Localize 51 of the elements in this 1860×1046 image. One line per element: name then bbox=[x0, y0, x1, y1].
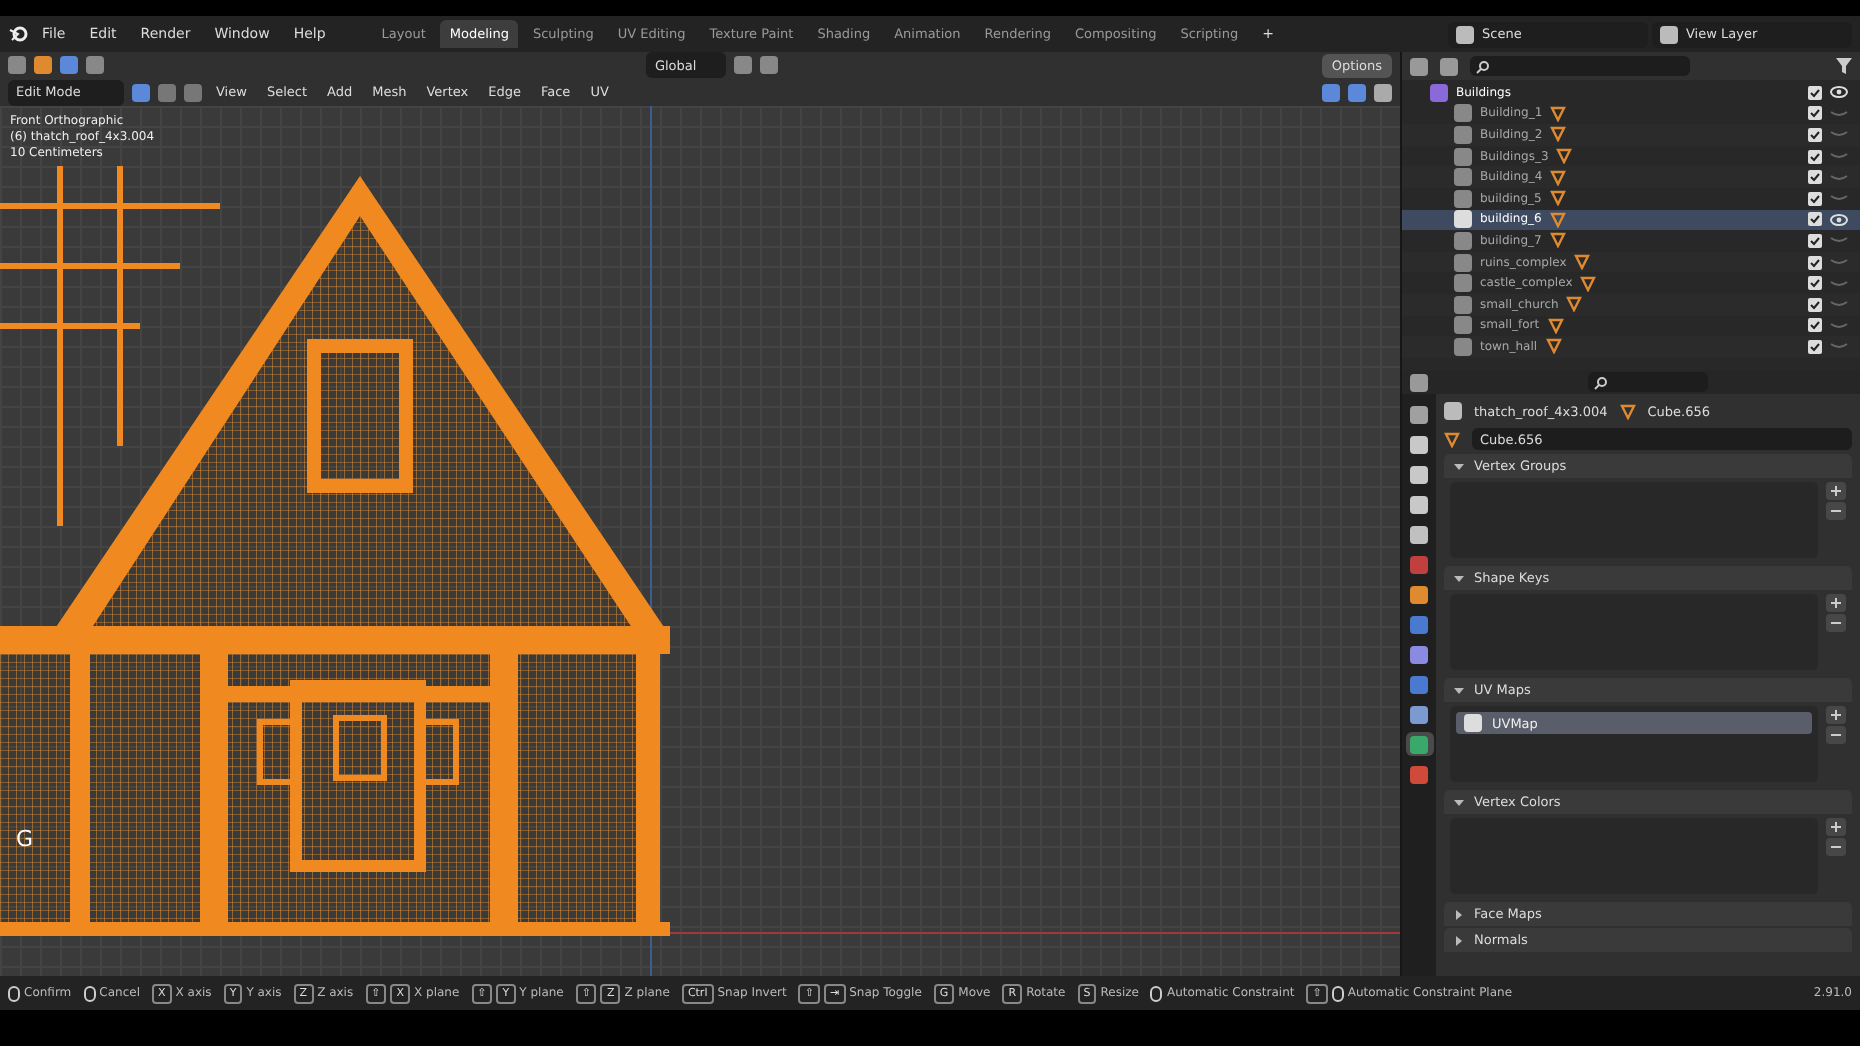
checkbox-icon[interactable] bbox=[1808, 255, 1822, 270]
remove-icon[interactable] bbox=[1826, 726, 1846, 744]
mouse-icon bbox=[8, 985, 20, 1001]
checkbox-icon[interactable] bbox=[1808, 149, 1822, 164]
add-icon[interactable] bbox=[1826, 482, 1846, 500]
add-icon[interactable] bbox=[1826, 594, 1846, 612]
property-tab[interactable] bbox=[1405, 732, 1433, 756]
checkbox-icon[interactable] bbox=[1808, 212, 1822, 227]
checkbox-icon[interactable] bbox=[1808, 127, 1822, 142]
mouse-icon bbox=[1331, 985, 1344, 1001]
checkbox-icon[interactable] bbox=[1808, 170, 1822, 185]
property-tab[interactable] bbox=[1405, 492, 1433, 516]
eye-icon[interactable] bbox=[1830, 86, 1848, 99]
expanded-arrow-icon bbox=[1454, 573, 1464, 583]
property-tab[interactable] bbox=[1405, 582, 1433, 606]
remove-icon[interactable] bbox=[1826, 502, 1846, 520]
property-tab[interactable] bbox=[1405, 462, 1433, 486]
property-tab[interactable] bbox=[1405, 702, 1433, 726]
search-icon bbox=[1476, 59, 1490, 73]
collapsed-arrow-icon bbox=[1454, 935, 1464, 945]
key-hint-label: G bbox=[16, 826, 34, 852]
property-tab[interactable] bbox=[1405, 642, 1433, 666]
add-icon[interactable] bbox=[1826, 818, 1846, 836]
checkbox-icon[interactable] bbox=[1808, 85, 1822, 100]
expanded-arrow-icon bbox=[1454, 461, 1464, 471]
search-icon bbox=[1594, 375, 1608, 389]
search-field[interactable] bbox=[1470, 56, 1690, 76]
checkbox-icon[interactable] bbox=[1808, 233, 1822, 248]
mouse-icon bbox=[83, 985, 96, 1001]
property-tab[interactable] bbox=[1405, 402, 1433, 426]
property-tab[interactable] bbox=[1405, 432, 1433, 456]
checkbox-icon[interactable] bbox=[1808, 318, 1822, 333]
checkbox-icon[interactable] bbox=[1808, 191, 1822, 206]
checkbox-icon[interactable] bbox=[1808, 297, 1822, 312]
mouse-icon bbox=[1150, 985, 1163, 1001]
remove-icon[interactable] bbox=[1826, 614, 1846, 632]
collapsed-arrow-icon bbox=[1454, 909, 1464, 919]
expanded-arrow-icon bbox=[1454, 685, 1464, 695]
search-field[interactable] bbox=[1588, 372, 1708, 392]
mesh-icon bbox=[1444, 431, 1460, 447]
mesh-icon bbox=[1619, 403, 1636, 419]
add-icon[interactable] bbox=[1826, 706, 1846, 724]
remove-icon[interactable] bbox=[1826, 838, 1846, 856]
checkbox-icon[interactable] bbox=[1808, 276, 1822, 291]
expanded-arrow-icon bbox=[1454, 797, 1464, 807]
eye-icon[interactable] bbox=[1830, 213, 1848, 226]
checkbox-icon[interactable] bbox=[1808, 106, 1822, 121]
checkbox-icon[interactable] bbox=[1808, 339, 1822, 354]
app-logo-icon[interactable] bbox=[8, 24, 28, 44]
filter-icon[interactable] bbox=[1836, 58, 1852, 74]
property-tab[interactable] bbox=[1405, 522, 1433, 546]
